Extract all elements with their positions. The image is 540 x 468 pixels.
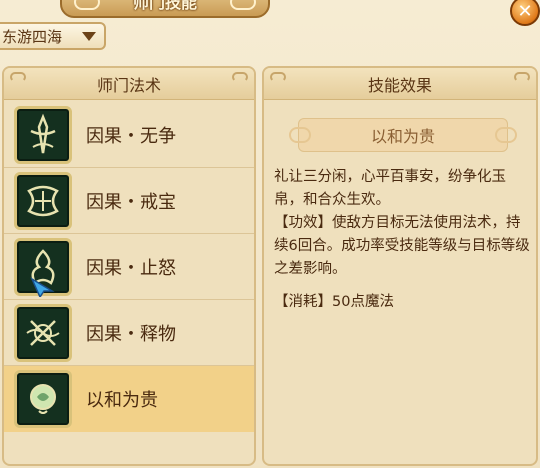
close-icon: ✕ bbox=[517, 0, 533, 22]
selected-skill-banner: 以和为贵 bbox=[289, 118, 517, 152]
skill-name: 以和为贵 bbox=[86, 390, 158, 411]
knot-rune-icon bbox=[14, 171, 72, 230]
skill-item-shiwu[interactable]: 因果・释物 bbox=[4, 300, 254, 366]
ornament-icon bbox=[10, 72, 26, 82]
skill-item-wuzheng[interactable]: 因果・无争 bbox=[4, 102, 254, 168]
skill-effect-title: 技能效果 bbox=[367, 75, 432, 95]
skill-name: 因果・释物 bbox=[86, 323, 176, 345]
school-skills-title: 师门法术 bbox=[96, 75, 161, 95]
region-selected: 东游四海 bbox=[2, 27, 63, 46]
chevron-down-icon bbox=[82, 31, 96, 41]
ornament-icon bbox=[270, 72, 286, 82]
pointer-cursor-icon bbox=[30, 277, 55, 297]
sword-rune-icon bbox=[14, 105, 72, 164]
skill-item-yihe[interactable]: 以和为贵 bbox=[4, 366, 254, 432]
region-dropdown[interactable]: 东游四海 bbox=[0, 22, 106, 50]
skill-effect-text: 【功效】使敌方目标无法使用法术，持续6回合。成功率受技能等级与目标等级之差影响。 bbox=[274, 215, 530, 277]
harmony-icon bbox=[14, 370, 72, 428]
ornament-icon bbox=[232, 72, 248, 82]
skill-item-zhinu[interactable]: 因果・止怒 bbox=[4, 234, 254, 300]
skill-item-jiebao[interactable]: 因果・戒宝 bbox=[4, 168, 254, 234]
skill-name: 因果・无争 bbox=[86, 125, 176, 147]
skill-effect-header: 技能效果 bbox=[264, 68, 536, 100]
school-skills-panel: 师门法术 因果・无争 因果・戒宝 因果・止怒 因果・释物 以和为贵 bbox=[2, 66, 256, 466]
skill-flavor-text: 礼让三分闲，心平百事安，纷争化玉帛，和合众生欢。 bbox=[274, 169, 506, 208]
window-title-tab: 师门技能 bbox=[60, 0, 270, 18]
skill-cost-text: 【消耗】50点魔法 bbox=[274, 294, 394, 310]
skill-effect-panel: 技能效果 以和为贵 礼让三分闲，心平百事安，纷争化玉帛，和合众生欢。 【功效】使… bbox=[262, 66, 538, 466]
scroll-rune-icon bbox=[14, 303, 72, 362]
skill-name: 因果・戒宝 bbox=[86, 191, 176, 213]
ornament-icon bbox=[514, 72, 530, 82]
skill-window: 师门技能 ✕ 东游四海 师门法术 因果・无争 因果・戒宝 因果・止怒 因果・释物… bbox=[0, 0, 540, 468]
skill-description: 礼让三分闲，心平百事安，纷争化玉帛，和合众生欢。 【功效】使敌方目标无法使用法术… bbox=[274, 166, 530, 314]
window-title: 师门技能 bbox=[132, 0, 197, 12]
ornament-icon bbox=[289, 127, 311, 143]
close-button[interactable]: ✕ bbox=[510, 0, 540, 26]
selected-skill-name: 以和为贵 bbox=[370, 127, 435, 146]
school-skills-header: 师门法术 bbox=[4, 68, 254, 100]
ornament-icon bbox=[495, 127, 517, 143]
skill-list: 因果・无争 因果・戒宝 因果・止怒 因果・释物 以和为贵 bbox=[4, 102, 254, 432]
skill-name: 因果・止怒 bbox=[86, 257, 176, 279]
